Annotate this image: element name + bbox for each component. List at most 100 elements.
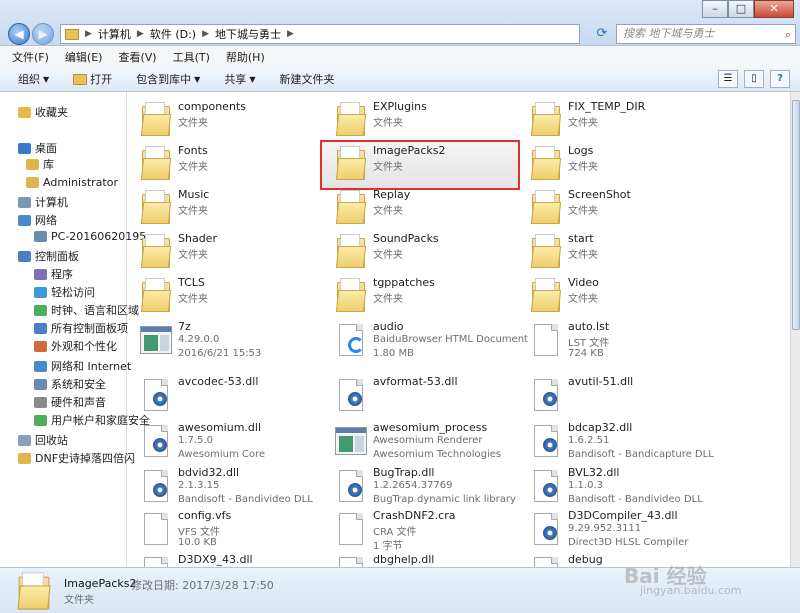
folder-icon bbox=[335, 190, 367, 226]
file-item[interactable]: awesomium.dll 1.7.5.0 Awesomium Core bbox=[128, 419, 323, 463]
file-item[interactable]: avformat-53.dll bbox=[323, 373, 518, 417]
nav-item-icon bbox=[18, 106, 31, 118]
forward-arrow-icon[interactable]: ▶ bbox=[32, 23, 54, 45]
file-item[interactable]: D3DCompiler_43.dll 9.29.952.3111 Direct3D … bbox=[518, 507, 713, 551]
file-item[interactable]: ScreenShot 文件夹 bbox=[518, 186, 713, 230]
file-item[interactable]: Replay 文件夹 bbox=[323, 186, 518, 230]
folder-icon bbox=[530, 102, 562, 138]
file-item[interactable]: audio BaiduBrowser HTML Document 1.80 MB bbox=[323, 318, 528, 362]
file-item[interactable]: BugTrap.dll 1.2.2654.37769 BugTrap dynamic… bbox=[323, 464, 518, 508]
menu-tools[interactable]: 工具(T) bbox=[173, 49, 210, 65]
search-icon[interactable]: ⌕ bbox=[785, 26, 791, 44]
file-item[interactable]: Shader 文件夹 bbox=[128, 230, 323, 274]
nav-item[interactable]: DNF史诗掉落四倍闪 bbox=[18, 450, 135, 466]
menu-edit[interactable]: 编辑(E) bbox=[65, 49, 103, 65]
view-options-icon[interactable]: ☰ bbox=[718, 70, 738, 88]
nav-item[interactable]: 程序 bbox=[34, 266, 73, 282]
file-item[interactable]: BVL32.dll 1.1.0.3 Bandisoft - Bandivideo D… bbox=[518, 464, 713, 508]
file-detail: 文件夹 bbox=[373, 118, 403, 129]
file-item[interactable]: CrashDNF2.cra CRA 文件 1 字节 bbox=[323, 507, 518, 552]
menu-help[interactable]: 帮助(H) bbox=[226, 49, 265, 65]
file-detail: LST 文件 bbox=[568, 338, 610, 349]
nav-item-label: 计算机 bbox=[35, 196, 68, 209]
file-item[interactable]: ImagePacks2 文件夹 bbox=[323, 142, 518, 186]
breadcrumb-folder[interactable]: 地下城与勇士 bbox=[215, 26, 281, 42]
folder-icon bbox=[140, 190, 172, 226]
file-detail: 文件夹 bbox=[178, 250, 208, 261]
file-item[interactable]: FIX_TEMP_DIR 文件夹 bbox=[518, 98, 713, 142]
nav-item[interactable]: 时钟、语言和区域 bbox=[34, 302, 139, 318]
file-detail: CRA 文件 bbox=[373, 527, 417, 538]
nav-item[interactable]: 外观和个性化 bbox=[34, 338, 117, 354]
folder-icon bbox=[335, 278, 367, 314]
nav-item-icon bbox=[18, 196, 31, 208]
file-item[interactable]: D3DX9_43.dll bbox=[128, 551, 323, 567]
nav-item[interactable]: 硬件和声音 bbox=[34, 394, 106, 410]
nav-item[interactable]: 网络和 Internet bbox=[34, 358, 131, 374]
file-item[interactable]: SoundPacks 文件夹 bbox=[323, 230, 518, 274]
nav-item[interactable]: 系统和安全 bbox=[34, 376, 106, 392]
title-address-bar: – □ ✕ ◀ ▶ ▶ 计算机 ▶ 软件 (D:) ▶ 地下城与勇士 ▶ ⟳ 搜… bbox=[0, 0, 800, 46]
nav-item[interactable]: 桌面 bbox=[18, 140, 57, 156]
preview-pane-icon[interactable]: ▯ bbox=[744, 70, 764, 88]
file-detail: 2.1.3.15 bbox=[178, 480, 220, 491]
nav-item[interactable]: 网络 bbox=[18, 212, 57, 228]
nav-item-icon bbox=[34, 268, 47, 280]
refresh-icon[interactable]: ⟳ bbox=[591, 24, 613, 44]
nav-item[interactable]: 库 bbox=[26, 156, 54, 172]
file-item[interactable]: avutil-51.dll bbox=[518, 373, 713, 417]
menu-view[interactable]: 查看(V) bbox=[118, 49, 156, 65]
file-item[interactable]: Music 文件夹 bbox=[128, 186, 323, 230]
menu-file[interactable]: 文件(F) bbox=[12, 49, 49, 65]
nav-item[interactable]: 所有控制面板项 bbox=[34, 320, 128, 336]
organize-button[interactable]: 组织 ▼ bbox=[18, 71, 49, 87]
minimize-button[interactable]: – bbox=[702, 0, 728, 18]
nav-item[interactable]: 计算机 bbox=[18, 194, 68, 210]
file-item[interactable]: auto.lst LST 文件 724 KB bbox=[518, 318, 713, 362]
file-item[interactable]: avcodec-53.dll bbox=[128, 373, 323, 417]
nav-item-icon bbox=[26, 177, 39, 188]
file-item[interactable]: awesomium_process Awesomium Renderer Aweso… bbox=[323, 419, 518, 463]
close-button[interactable]: ✕ bbox=[754, 0, 794, 18]
back-arrow-icon[interactable]: ◀ bbox=[8, 23, 30, 45]
nav-item[interactable]: Administrator bbox=[26, 176, 118, 189]
file-name: auto.lst bbox=[568, 320, 610, 333]
file-name: Logs bbox=[568, 144, 594, 157]
file-item[interactable]: Logs 文件夹 bbox=[518, 142, 713, 186]
file-item[interactable]: Video 文件夹 bbox=[518, 274, 713, 318]
file-item[interactable]: bdcap32.dll 1.6.2.51 Bandisoft - Bandicapt… bbox=[518, 419, 714, 463]
breadcrumb-drive[interactable]: 软件 (D:) bbox=[150, 26, 196, 42]
help-icon[interactable]: ? bbox=[770, 70, 790, 88]
file-item[interactable]: components 文件夹 bbox=[128, 98, 323, 142]
nav-item[interactable]: 回收站 bbox=[18, 432, 68, 448]
file-name: start bbox=[568, 232, 594, 245]
file-item[interactable]: 7z 4.29.0.0 2016/6/21 15:53 bbox=[128, 318, 323, 362]
file-icon bbox=[335, 511, 367, 547]
dll-file-icon bbox=[335, 468, 367, 504]
new-folder-button[interactable]: 新建文件夹 bbox=[279, 71, 334, 87]
search-input[interactable]: 搜索 地下城与勇士 ⌕ bbox=[616, 24, 796, 44]
address-bar[interactable]: ▶ 计算机 ▶ 软件 (D:) ▶ 地下城与勇士 ▶ bbox=[60, 24, 580, 44]
file-detail: 文件夹 bbox=[568, 250, 598, 261]
file-name: avcodec-53.dll bbox=[178, 375, 259, 388]
nav-item[interactable]: 轻松访问 bbox=[34, 284, 95, 300]
file-name: Video bbox=[568, 276, 599, 289]
scrollbar-thumb[interactable] bbox=[792, 100, 800, 330]
vertical-scrollbar[interactable] bbox=[790, 92, 800, 567]
share-button[interactable]: 共享 ▼ bbox=[224, 71, 255, 87]
breadcrumb-computer[interactable]: 计算机 bbox=[98, 26, 131, 42]
file-item[interactable]: tgppatches 文件夹 bbox=[323, 274, 518, 318]
file-item[interactable]: Fonts 文件夹 bbox=[128, 142, 323, 186]
file-item[interactable]: bdvid32.dll 2.1.3.15 Bandisoft - Bandivide… bbox=[128, 464, 323, 508]
include-in-library-button[interactable]: 包含到库中 ▼ bbox=[136, 71, 200, 87]
nav-item-icon bbox=[34, 304, 47, 316]
file-item[interactable]: config.vfs VFS 文件 10.0 KB bbox=[128, 507, 323, 551]
nav-item[interactable]: 控制面板 bbox=[18, 248, 79, 264]
nav-item[interactable]: 收藏夹 bbox=[18, 104, 68, 120]
file-item[interactable]: TCLS 文件夹 bbox=[128, 274, 323, 318]
maximize-button[interactable]: □ bbox=[728, 0, 754, 18]
open-button[interactable]: 打开 bbox=[73, 71, 112, 87]
file-item[interactable]: start 文件夹 bbox=[518, 230, 713, 274]
file-item[interactable]: EXPlugins 文件夹 bbox=[323, 98, 518, 142]
file-item[interactable]: dbghelp.dll bbox=[323, 551, 518, 567]
